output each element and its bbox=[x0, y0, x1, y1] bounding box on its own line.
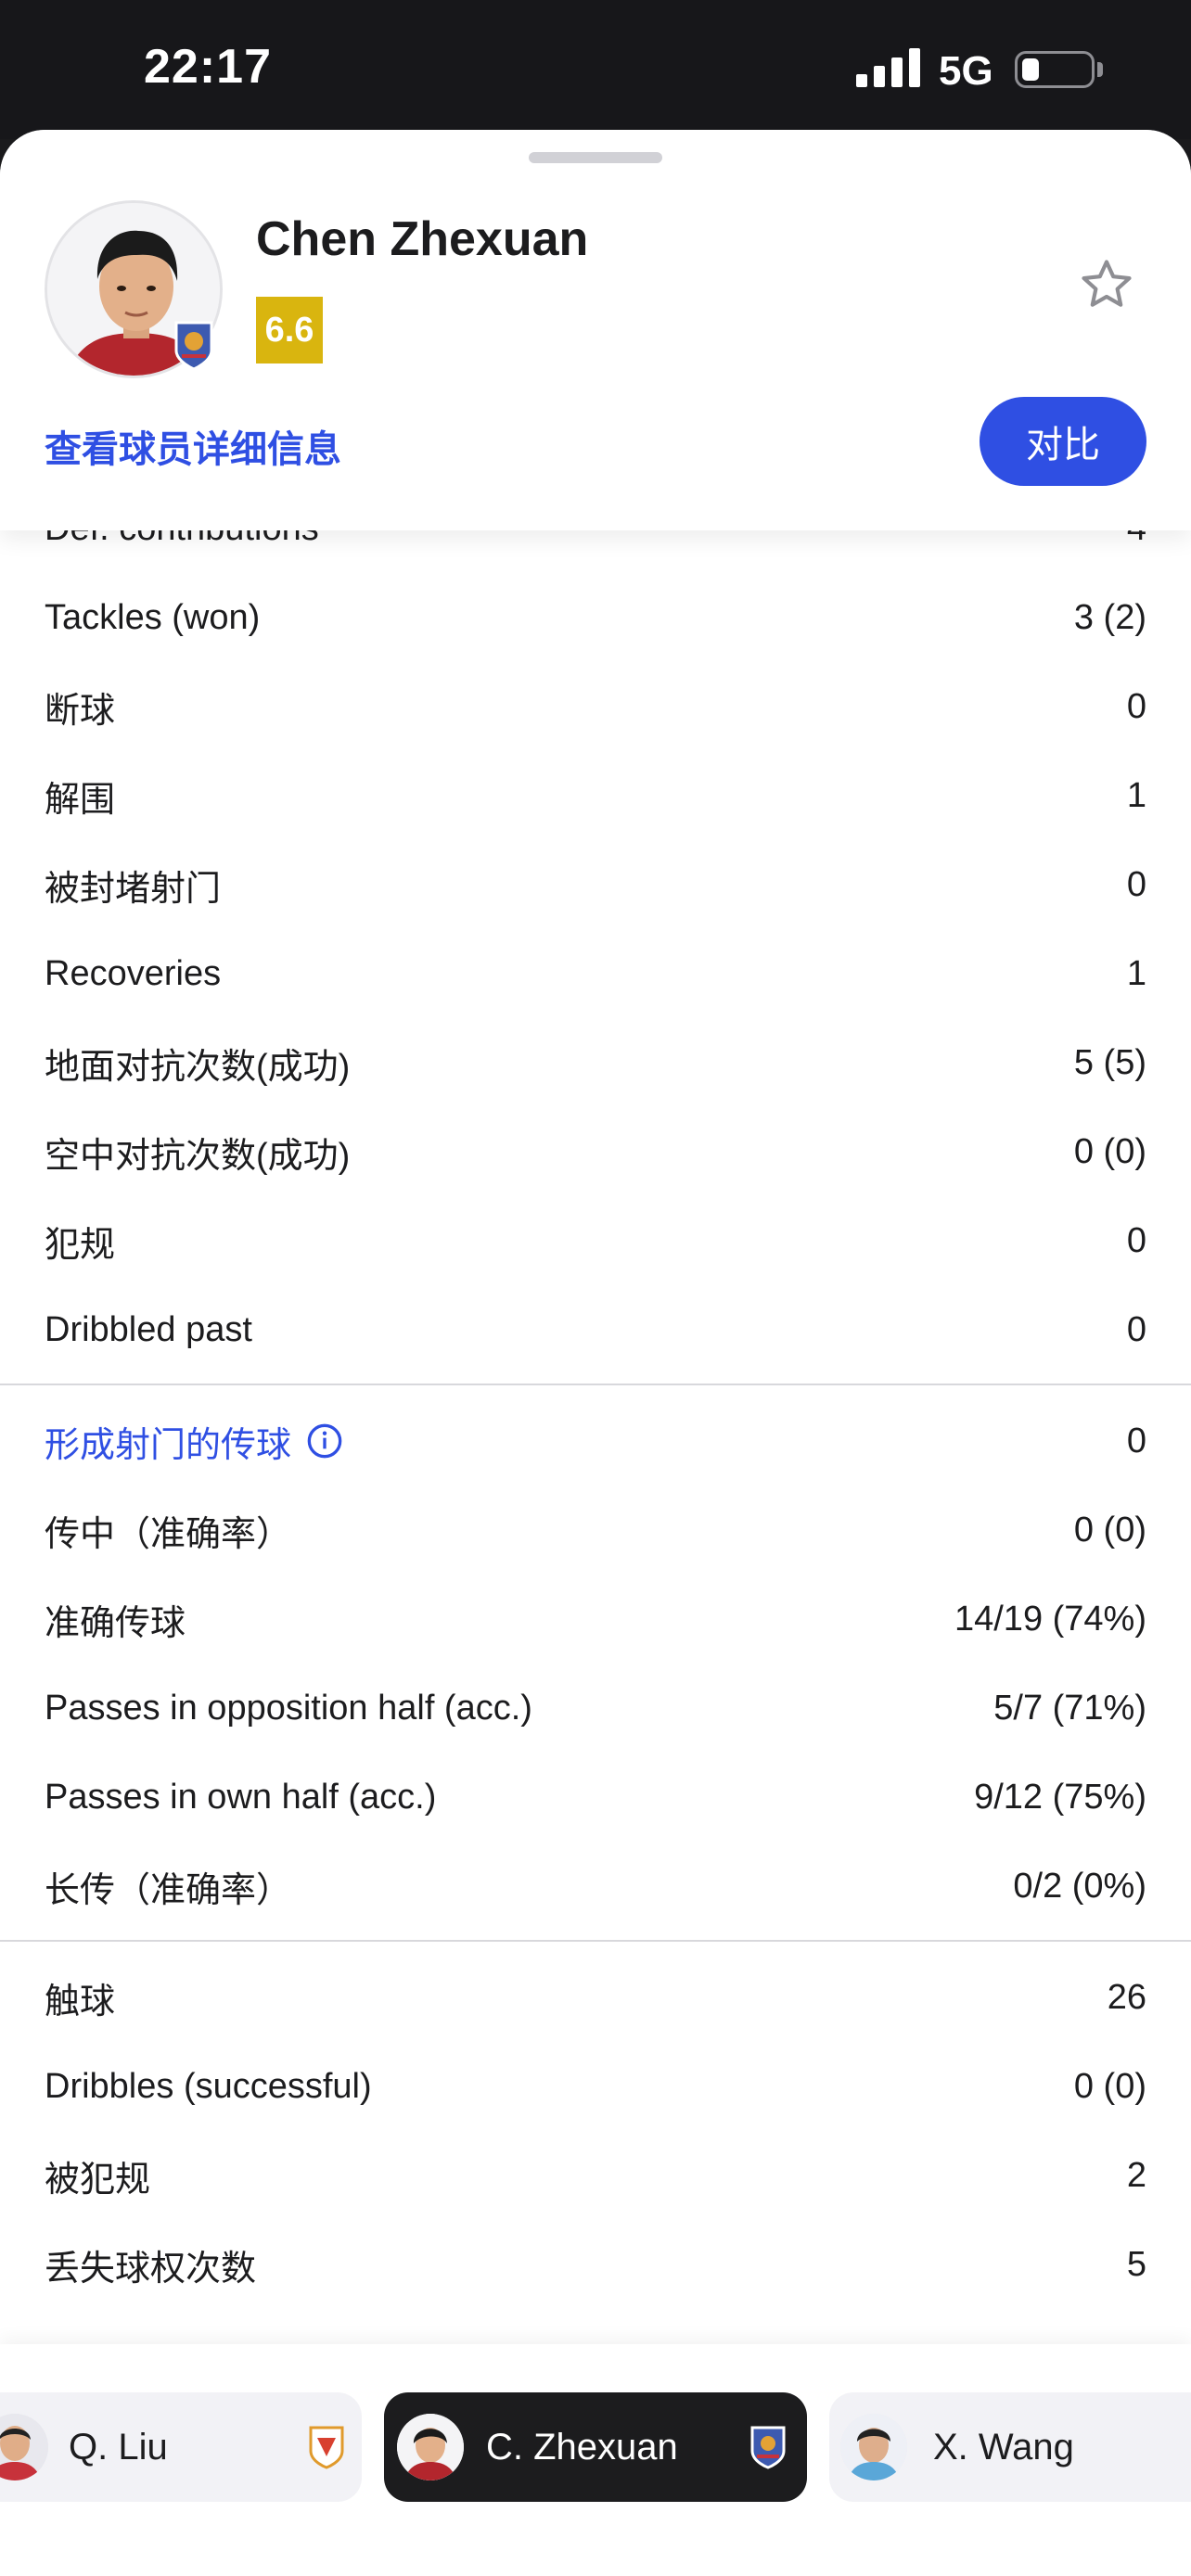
team-badge-icon bbox=[174, 321, 213, 371]
stat-row: 犯规 0 bbox=[0, 1196, 1191, 1285]
stat-value: 2 bbox=[1126, 2155, 1146, 2195]
stat-value: 0 (0) bbox=[1073, 1510, 1146, 1549]
stat-label: 触球 bbox=[45, 1982, 116, 2021]
stat-value: 0 bbox=[1126, 864, 1146, 904]
stat-value: 5 bbox=[1126, 2244, 1146, 2284]
stat-row: 空中对抗次数(成功) 0 (0) bbox=[0, 1107, 1191, 1196]
possession-section: 触球 26 Dribbles (successful) 0 (0) 被犯规 2 丢失球… bbox=[0, 1953, 1191, 2309]
status-bar: 22:17 5G bbox=[0, 0, 1191, 139]
team-badge-icon bbox=[750, 2426, 786, 2469]
signal-icon bbox=[856, 48, 920, 87]
player-avatar-icon bbox=[0, 2414, 48, 2480]
stat-label: 长传（准确率） bbox=[45, 1870, 292, 1910]
stat-value: 0 bbox=[1126, 686, 1146, 726]
stat-value: 0 (0) bbox=[1073, 2066, 1146, 2106]
player-avatar-icon bbox=[840, 2414, 907, 2480]
player-chip-q-liu[interactable]: Q. Liu bbox=[0, 2392, 362, 2502]
compare-button[interactable]: 对比 bbox=[980, 397, 1146, 486]
stat-label: Tackles (won) bbox=[45, 597, 261, 637]
stat-value: 0 bbox=[1126, 1421, 1146, 1460]
stat-value: 0/2 (0%) bbox=[1013, 1866, 1146, 1906]
stat-label: Passes in opposition half (acc.) bbox=[45, 1688, 532, 1728]
stat-row-shot-creating-passes[interactable]: 形成射门的传球 0 bbox=[0, 1396, 1191, 1486]
player-avatar-icon bbox=[397, 2414, 464, 2480]
stat-row: 被封堵射门 0 bbox=[0, 840, 1191, 929]
stat-row: 解围 1 bbox=[0, 751, 1191, 840]
player-chip-name: X. Wang bbox=[933, 2426, 1074, 2468]
player-switcher: Q. Liu C. Zhexuan X. Wang bbox=[0, 2344, 1191, 2576]
stat-value: 5 (5) bbox=[1073, 1042, 1146, 1082]
stats-list: Def. contributions4 Tackles (won)3 (2) 断… bbox=[0, 484, 1191, 2309]
stat-label: 形成射门的传球 bbox=[45, 1416, 343, 1467]
stat-row: 触球 26 bbox=[0, 1953, 1191, 2042]
stat-row: 丢失球权次数 5 bbox=[0, 2220, 1191, 2309]
battery-tip bbox=[1097, 62, 1103, 77]
stat-label: 丢失球权次数 bbox=[45, 2249, 257, 2289]
section-divider bbox=[0, 1384, 1191, 1385]
player-chip-x-wang[interactable]: X. Wang bbox=[829, 2392, 1191, 2502]
status-time: 22:17 bbox=[144, 40, 272, 94]
stat-value: 26 bbox=[1107, 1977, 1146, 2017]
stat-row: Dribbled past 0 bbox=[0, 1285, 1191, 1374]
stat-label: 犯规 bbox=[45, 1225, 116, 1265]
stat-label: 被犯规 bbox=[45, 2160, 151, 2200]
favorite-star-icon[interactable] bbox=[1078, 256, 1135, 313]
player-chip-name: C. Zhexuan bbox=[486, 2426, 678, 2468]
stat-value: 14/19 (74%) bbox=[954, 1599, 1146, 1639]
stat-row: 地面对抗次数(成功) 5 (5) bbox=[0, 1018, 1191, 1107]
section-divider bbox=[0, 1940, 1191, 1942]
stat-row: Passes in opposition half (acc.) 5/7 (71%… bbox=[0, 1664, 1191, 1753]
stat-value: 5/7 (71%) bbox=[993, 1688, 1146, 1728]
player-chip-c-zhexuan[interactable]: C. Zhexuan bbox=[384, 2392, 807, 2502]
stat-row: Dribbles (successful) 0 (0) bbox=[0, 2042, 1191, 2131]
stat-label: 地面对抗次数(成功) bbox=[45, 1047, 351, 1087]
info-icon[interactable] bbox=[306, 1422, 343, 1460]
player-name: Chen Zhexuan bbox=[256, 212, 589, 266]
stat-value: 3 (2) bbox=[1073, 597, 1146, 637]
rating-badge: 6.6 bbox=[256, 297, 323, 363]
sheet-grabber[interactable] bbox=[529, 152, 662, 163]
stat-label: Dribbles (successful) bbox=[45, 2066, 372, 2106]
battery-icon bbox=[1015, 51, 1095, 88]
stat-row: Tackles (won) 3 (2) bbox=[0, 573, 1191, 662]
stat-value: 0 bbox=[1126, 1220, 1146, 1260]
defense-section: Def. contributions4 Tackles (won)3 (2) 断… bbox=[0, 484, 1191, 1374]
stat-label: 传中（准确率） bbox=[45, 1514, 292, 1554]
stat-label: 断球 bbox=[45, 691, 116, 731]
stat-label-text: 形成射门的传球 bbox=[45, 1425, 292, 1465]
stat-label: Dribbled past bbox=[45, 1309, 252, 1349]
stat-row: Passes in own half (acc.) 9/12 (75%) bbox=[0, 1753, 1191, 1842]
stat-row: 传中（准确率） 0 (0) bbox=[0, 1486, 1191, 1575]
player-sheet: Chen Zhexuan 6.6 查看球员详细信息 对比 Def. contri… bbox=[0, 130, 1191, 2576]
stat-label: Passes in own half (acc.) bbox=[45, 1777, 437, 1817]
team-badge-icon bbox=[309, 2426, 344, 2469]
stat-value: 0 (0) bbox=[1073, 1131, 1146, 1171]
player-chip-name: Q. Liu bbox=[69, 2426, 168, 2468]
stat-row: 被犯规 2 bbox=[0, 2131, 1191, 2220]
stat-label: 被封堵射门 bbox=[45, 869, 222, 909]
network-type: 5G bbox=[939, 48, 993, 94]
stat-value: 0 bbox=[1126, 1309, 1146, 1349]
stat-label: 解围 bbox=[45, 780, 116, 820]
stat-value: 9/12 (75%) bbox=[974, 1777, 1146, 1817]
stat-label: 准确传球 bbox=[45, 1603, 186, 1643]
player-header: Chen Zhexuan 6.6 查看球员详细信息 对比 bbox=[0, 130, 1191, 530]
stat-label: Recoveries bbox=[45, 953, 222, 993]
stat-value: 1 bbox=[1126, 775, 1146, 815]
passing-section: 形成射门的传球 0 传中（准确率） 0 (0) 准确传球 14/19 (74%) P… bbox=[0, 1396, 1191, 1931]
stat-row: Recoveries 1 bbox=[0, 929, 1191, 1018]
stat-row: 断球 0 bbox=[0, 662, 1191, 751]
stat-row: 准确传球 14/19 (74%) bbox=[0, 1575, 1191, 1664]
stat-value: 1 bbox=[1126, 953, 1146, 993]
stat-label: 空中对抗次数(成功) bbox=[45, 1136, 351, 1176]
stat-row: 长传（准确率） 0/2 (0%) bbox=[0, 1842, 1191, 1931]
player-detail-link[interactable]: 查看球员详细信息 bbox=[45, 419, 341, 473]
